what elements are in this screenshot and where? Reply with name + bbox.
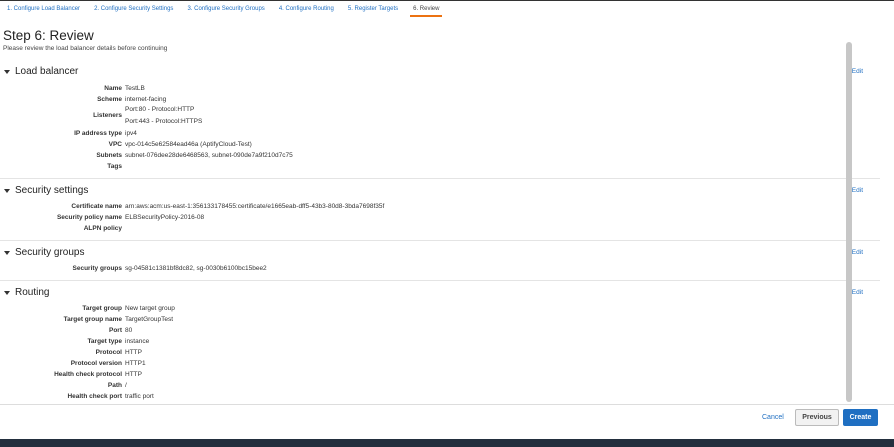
footer-divider bbox=[0, 404, 894, 405]
section-title: Routing bbox=[15, 287, 50, 298]
detail-value: HTTP bbox=[125, 349, 142, 356]
section-load-balancer-header[interactable]: Load balancer bbox=[4, 66, 78, 77]
detail-value: sg-04581c1381bf8dc82, sg-0030b6100bc15be… bbox=[125, 265, 267, 272]
detail-value: instance bbox=[125, 338, 150, 345]
detail-label: ALPN policy bbox=[83, 225, 122, 232]
edit-security-settings-link[interactable]: Edit bbox=[852, 187, 863, 194]
create-button[interactable]: Create bbox=[843, 409, 878, 426]
detail-value: arn:aws:acm:us-east-1:356133178455:certi… bbox=[125, 203, 385, 210]
page-subtitle: Please review the load balancer details … bbox=[3, 45, 168, 52]
vertical-scrollbar[interactable] bbox=[846, 42, 852, 402]
detail-value: / bbox=[125, 382, 127, 389]
detail-label: Health check port bbox=[67, 393, 122, 400]
detail-label: Scheme bbox=[97, 96, 122, 103]
detail-label: Listeners bbox=[93, 112, 122, 119]
detail-label: Target group name bbox=[63, 316, 122, 323]
detail-label: Name bbox=[104, 85, 122, 92]
section-security-settings-header[interactable]: Security settings bbox=[4, 185, 88, 196]
detail-label: IP address type bbox=[74, 130, 122, 137]
edit-load-balancer-link[interactable]: Edit bbox=[852, 68, 863, 75]
detail-label: Protocol bbox=[95, 349, 122, 356]
detail-value: TargetGroupTest bbox=[125, 316, 174, 323]
section-divider bbox=[0, 240, 880, 241]
detail-label: Security groups bbox=[72, 265, 122, 272]
detail-label: Port bbox=[109, 327, 122, 334]
tab-configure-load-balancer[interactable]: 1. Configure Load Balancer bbox=[7, 6, 80, 17]
detail-value: HTTP bbox=[125, 371, 142, 378]
tab-configure-security-groups[interactable]: 3. Configure Security Groups bbox=[187, 6, 264, 17]
detail-label: Target type bbox=[87, 338, 122, 345]
detail-label: Path bbox=[107, 382, 122, 389]
section-divider bbox=[0, 178, 880, 179]
tab-configure-routing[interactable]: 4. Configure Routing bbox=[279, 6, 334, 17]
console-footer-bar bbox=[0, 439, 894, 447]
detail-label: Subnets bbox=[96, 152, 122, 159]
previous-button[interactable]: Previous bbox=[795, 409, 839, 426]
cancel-button[interactable]: Cancel bbox=[762, 414, 784, 421]
detail-label: VPC bbox=[108, 141, 122, 148]
detail-label: Protocol version bbox=[70, 360, 122, 367]
detail-value: traffic port bbox=[125, 393, 154, 400]
detail-value: subnet-076dee28de6468563, subnet-090de7a… bbox=[125, 152, 293, 159]
detail-value: Port:80 - Protocol:HTTP bbox=[125, 106, 195, 113]
tab-register-targets[interactable]: 5. Register Targets bbox=[348, 6, 398, 17]
section-title: Security groups bbox=[15, 247, 85, 258]
detail-value: TestLB bbox=[125, 85, 145, 92]
detail-value: vpc-014c5e62584ead46a (AptifyCloud-Test) bbox=[125, 141, 252, 148]
edit-security-groups-link[interactable]: Edit bbox=[852, 249, 863, 256]
wizard-steps: 1. Configure Load Balancer 2. Configure … bbox=[0, 6, 443, 20]
detail-value: 80 bbox=[125, 327, 133, 334]
caret-down-icon bbox=[4, 188, 10, 193]
section-title: Load balancer bbox=[15, 66, 79, 77]
detail-value: ELBSecurityPolicy-2016-08 bbox=[125, 214, 205, 221]
detail-value: Port:443 - Protocol:HTTPS bbox=[125, 118, 203, 125]
detail-label: Security policy name bbox=[56, 214, 122, 221]
detail-label: Health check protocol bbox=[54, 371, 122, 378]
detail-label: Certificate name bbox=[71, 203, 122, 210]
caret-down-icon bbox=[4, 250, 10, 255]
page-title: Step 6: Review bbox=[3, 28, 94, 43]
caret-down-icon bbox=[4, 69, 10, 74]
edit-routing-link[interactable]: Edit bbox=[852, 289, 863, 296]
caret-down-icon bbox=[4, 290, 10, 295]
section-divider bbox=[0, 280, 880, 281]
detail-value: New target group bbox=[125, 305, 175, 312]
tab-configure-security-settings[interactable]: 2. Configure Security Settings bbox=[94, 6, 173, 17]
section-routing-header[interactable]: Routing bbox=[4, 287, 49, 298]
top-border bbox=[0, 0, 894, 1]
tab-review[interactable]: 6. Review bbox=[410, 6, 443, 17]
detail-label: Target group bbox=[82, 305, 122, 312]
detail-value: HTTP1 bbox=[125, 360, 146, 367]
detail-label: Tags bbox=[107, 163, 122, 170]
section-title: Security settings bbox=[15, 185, 89, 196]
detail-value: internet-facing bbox=[125, 96, 167, 103]
detail-value: ipv4 bbox=[125, 130, 137, 137]
section-security-groups-header[interactable]: Security groups bbox=[4, 247, 84, 258]
